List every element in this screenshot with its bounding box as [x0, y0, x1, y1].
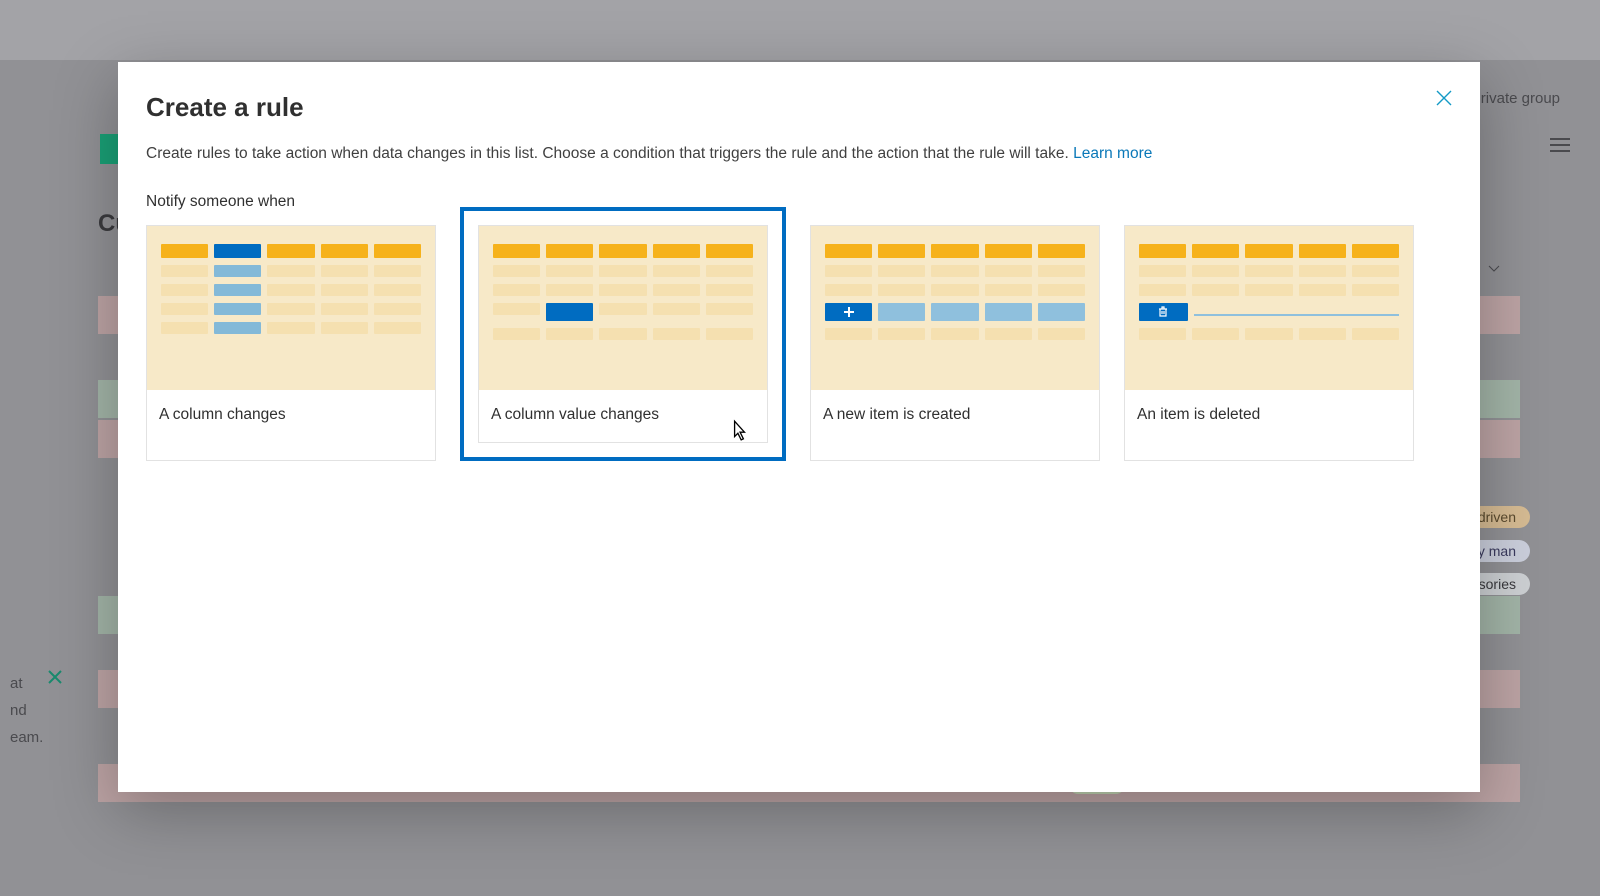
section-label: Notify someone when — [146, 193, 1452, 211]
card-illustration — [1125, 226, 1413, 390]
card-illustration — [479, 226, 767, 390]
rule-card-selected-frame: A column value changes — [460, 207, 786, 461]
card-label: A column changes — [147, 390, 435, 442]
close-button[interactable] — [1430, 84, 1458, 112]
rule-options: A column changes A column value changes — [146, 225, 1452, 461]
card-label: An item is deleted — [1125, 390, 1413, 442]
learn-more-link[interactable]: Learn more — [1073, 145, 1152, 162]
dialog-description: Create rules to take action when data ch… — [146, 145, 1452, 163]
card-illustration — [147, 226, 435, 390]
create-rule-dialog: Create a rule Create rules to take actio… — [118, 62, 1480, 792]
trash-icon — [1139, 303, 1188, 321]
modal-overlay: Create a rule Create rules to take actio… — [0, 0, 1600, 896]
card-label: A new item is created — [811, 390, 1099, 442]
card-label: A column value changes — [479, 390, 767, 442]
rule-card-new-item[interactable]: A new item is created — [810, 225, 1100, 461]
rule-card-column-value-changes[interactable]: A column value changes — [478, 225, 768, 443]
card-illustration — [811, 226, 1099, 390]
rule-card-column-changes[interactable]: A column changes — [146, 225, 436, 461]
dialog-title: Create a rule — [146, 92, 1452, 123]
rule-card-item-deleted[interactable]: An item is deleted — [1124, 225, 1414, 461]
plus-icon — [825, 303, 872, 321]
